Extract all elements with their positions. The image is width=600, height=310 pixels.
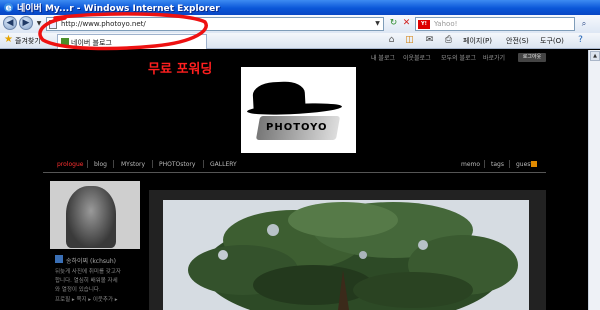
print-icon[interactable]: ⎙ (443, 35, 454, 46)
profile-description: 뒤늦게 사진에 취미를 갖고자 합니다. 열심히 배워볼 자세 와 열정이 있습… (55, 268, 121, 295)
post-photo[interactable] (163, 200, 529, 310)
profile-name[interactable]: 송하이찌 (kchsuh) (66, 256, 116, 265)
forward-button[interactable]: ▶ (19, 16, 33, 30)
nav-divider (203, 160, 204, 168)
nav-divider (152, 160, 153, 168)
help-icon[interactable]: ? (575, 35, 586, 46)
page-menu[interactable]: 페이지(P) (463, 36, 492, 46)
nav-divider (113, 160, 114, 168)
neighbor-blog-link[interactable]: 이웃블로그 (403, 53, 431, 62)
nav-tags[interactable]: tags (491, 161, 504, 168)
search-input[interactable]: Y! Yahoo! (415, 17, 575, 31)
logo-text: PHOTOYO (266, 122, 328, 133)
favorites-star-icon[interactable]: ★ (4, 35, 14, 45)
ie-icon: e (4, 3, 13, 14)
shortcut-link[interactable]: 바로가기 (483, 53, 505, 62)
nav-blog[interactable]: blog (94, 161, 107, 168)
yahoo-icon: Y! (418, 20, 430, 29)
mail-icon[interactable]: ✉ (424, 35, 435, 46)
scroll-up-icon[interactable]: ▲ (590, 51, 600, 61)
my-blog-link[interactable]: 내 블로그 (371, 53, 395, 62)
nav-gallery[interactable]: GALLERY (210, 161, 237, 168)
vertical-scrollbar[interactable]: ▲ (588, 50, 600, 310)
pine-tree-image (163, 200, 529, 310)
profile-description-line: 뒤늦게 사진에 취미를 갖고자 (55, 269, 121, 275)
feeds-icon[interactable]: ◫ (404, 35, 415, 46)
nav-underline (43, 172, 546, 173)
nav-divider (87, 160, 88, 168)
home-icon[interactable]: ⌂ (386, 35, 397, 46)
annotation-text: 무료 포워딩 (148, 62, 213, 77)
nav-mystory[interactable]: MYstory (121, 161, 145, 168)
address-dropdown-icon[interactable]: ▼ (373, 19, 382, 29)
nav-divider (509, 160, 510, 168)
annotation-circle (38, 12, 208, 51)
profile-description-line: 와 열정이 있습니다. (55, 287, 101, 293)
profile-icon (55, 255, 63, 263)
back-button[interactable]: ◀ (3, 16, 17, 30)
nav-divider (484, 160, 485, 168)
logout-button[interactable]: 로그아웃 (518, 53, 546, 62)
nav-memo[interactable]: memo (461, 161, 480, 168)
nav-prologue[interactable]: prologue (57, 161, 83, 168)
tools-menu[interactable]: 도구(O) (540, 36, 564, 46)
safety-menu[interactable]: 안전(S) (506, 36, 529, 46)
search-placeholder: Yahoo! (434, 20, 458, 28)
profile-description-line: 합니다. 열심히 배워볼 자세 (55, 278, 118, 284)
stop-icon[interactable]: ✕ (401, 18, 412, 29)
profile-links[interactable]: 프로필 ▸ 쪽지 ▸ 이웃추가 ▸ (55, 295, 118, 303)
refresh-icon[interactable]: ↻ (388, 18, 399, 29)
back-arrow-icon: ◀ (6, 18, 14, 28)
all-blogs-link[interactable]: 모두의 블로그 (441, 53, 476, 62)
search-icon[interactable]: ⌕ (578, 18, 590, 30)
nav-photostory[interactable]: PHOTOstory (159, 161, 195, 168)
profile-face-image (66, 186, 116, 248)
forward-arrow-icon: ▶ (22, 18, 30, 28)
rss-icon (531, 161, 537, 167)
svg-text:e: e (5, 4, 11, 14)
